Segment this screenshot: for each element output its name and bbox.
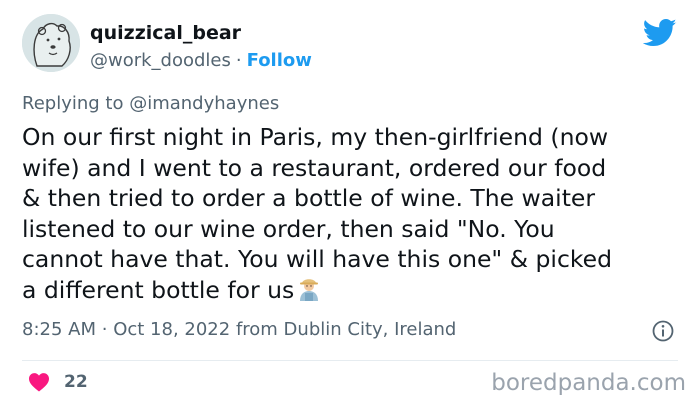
separator: · bbox=[101, 319, 108, 340]
boredpanda-watermark: boredpanda.com bbox=[491, 370, 686, 396]
replying-to: Replying to @imandyhaynes bbox=[22, 93, 279, 114]
author-display-name[interactable]: quizzical_bear bbox=[90, 22, 241, 44]
tweet-text-container: On our first night in Paris, my then-gir… bbox=[22, 122, 682, 305]
author-handle-row: @work_doodles · Follow bbox=[90, 50, 312, 71]
tweet-meta: 8:25 AM · Oct 18, 2022 from Dublin City,… bbox=[22, 319, 456, 340]
avatar[interactable] bbox=[22, 14, 80, 72]
divider bbox=[22, 360, 678, 361]
heart-icon bbox=[29, 373, 49, 392]
reply-to-handle[interactable]: @imandyhaynes bbox=[129, 93, 279, 114]
tweet-location: from Dublin City, Ireland bbox=[235, 319, 457, 340]
follow-button[interactable]: Follow bbox=[247, 50, 312, 71]
separator: · bbox=[235, 50, 242, 71]
man-farmer-emoji-icon bbox=[300, 278, 319, 301]
info-icon[interactable] bbox=[651, 319, 675, 343]
bear-doodle-icon bbox=[22, 14, 80, 72]
like-button[interactable]: 22 bbox=[28, 372, 88, 392]
like-count: 22 bbox=[64, 372, 88, 392]
author-handle[interactable]: @work_doodles bbox=[90, 50, 231, 71]
tweet-date[interactable]: Oct 18, 2022 bbox=[113, 319, 230, 340]
replying-to-prefix: Replying to bbox=[22, 93, 130, 114]
twitter-bird-icon[interactable] bbox=[643, 18, 677, 48]
tweet-time[interactable]: 8:25 AM bbox=[22, 319, 96, 340]
